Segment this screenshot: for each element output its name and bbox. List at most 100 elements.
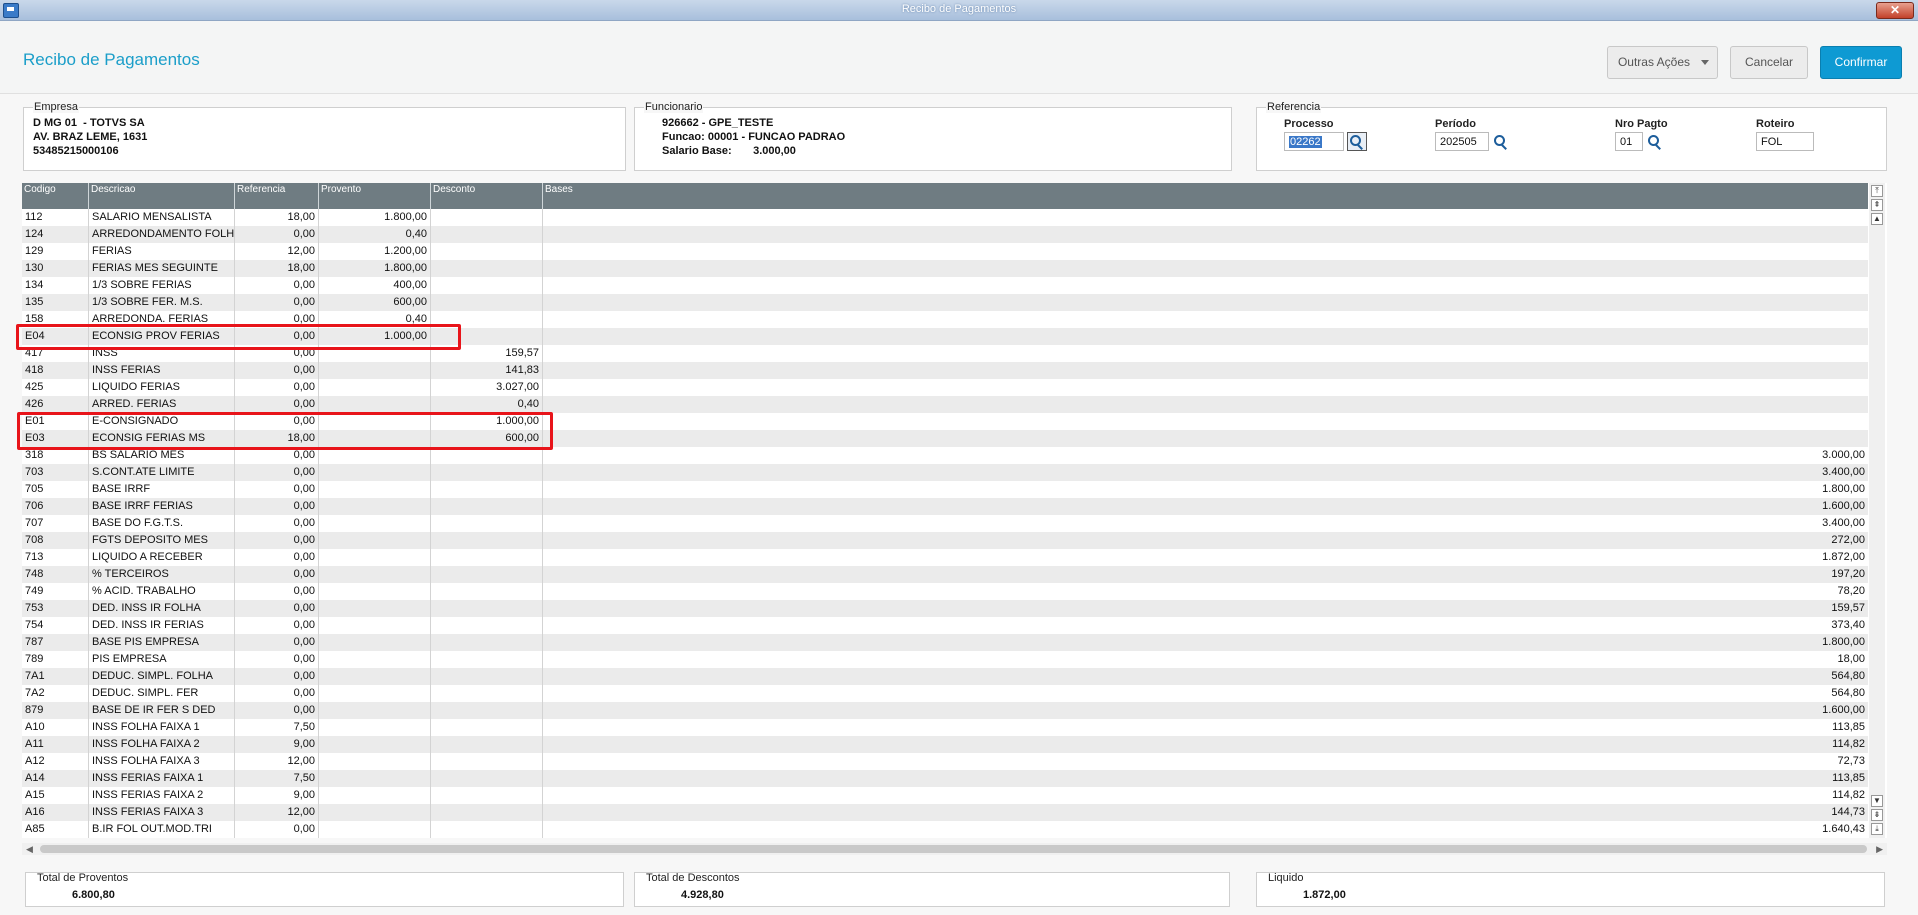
table-row[interactable]: 706 BASE IRRF FERIAS 0,00 1.600,00 [22, 498, 1868, 515]
empresa-line-1: D MG 01 - TOTVS SA [33, 117, 145, 129]
cell-descricao: DEDUC. SIMPL. FER [89, 685, 235, 702]
cell-provento [319, 396, 431, 413]
horizontal-scrollbar[interactable]: ◀ ▶ [22, 843, 1887, 855]
cell-provento [319, 515, 431, 532]
payslip-grid: Codigo Descricao Referencia Provento Des… [22, 183, 1887, 838]
cell-desconto: 3.027,00 [431, 379, 543, 396]
table-row[interactable]: 787 BASE PIS EMPRESA 0,00 1.800,00 [22, 634, 1868, 651]
table-row[interactable]: A12 INSS FOLHA FAIXA 3 12,00 72,73 [22, 753, 1868, 770]
table-row[interactable]: 130 FERIAS MES SEGUINTE 18,00 1.800,00 [22, 260, 1868, 277]
table-row[interactable]: A10 INSS FOLHA FAIXA 1 7,50 113,85 [22, 719, 1868, 736]
nropagto-label: Nro Pagto [1615, 118, 1668, 130]
scroll-page-up-icon[interactable]: ⇞ [1871, 199, 1883, 211]
cell-codigo: 7A1 [22, 668, 89, 685]
cell-bases [543, 362, 1868, 379]
processo-field[interactable]: 02262 [1284, 132, 1344, 151]
vertical-scrollbar[interactable]: ⤒ ⇞ ▲ ▼ ⇟ ⤓ [1869, 183, 1885, 838]
cell-referencia: 0,00 [235, 702, 319, 719]
cell-desconto [431, 566, 543, 583]
processo-search-button[interactable] [1347, 132, 1367, 151]
close-window-button[interactable]: ✕ [1876, 2, 1914, 19]
cell-referencia: 12,00 [235, 243, 319, 260]
nropagto-search-icon[interactable] [1647, 134, 1663, 150]
table-row[interactable]: 703 S.CONT.ATE LIMITE 0,00 3.400,00 [22, 464, 1868, 481]
total-descontos-panel: Total de Descontos 4.928,80 [634, 872, 1230, 907]
col-header-provento[interactable]: Provento [319, 183, 431, 209]
scroll-page-down-icon[interactable]: ⇟ [1871, 809, 1883, 821]
periodo-label: Período [1435, 118, 1476, 130]
page-header: Recibo de Pagamentos Outras Ações Cancel… [0, 21, 1918, 94]
periodo-search-icon[interactable] [1493, 134, 1509, 150]
table-row[interactable]: 7A2 DEDUC. SIMPL. FER 0,00 564,80 [22, 685, 1868, 702]
table-row[interactable]: 426 ARRED. FERIAS 0,00 0,40 [22, 396, 1868, 413]
table-row[interactable]: A16 INSS FERIAS FAIXA 3 12,00 144,73 [22, 804, 1868, 821]
cell-codigo: 748 [22, 566, 89, 583]
funcionario-line-2: Funcao: 00001 - FUNCAO PADRAO [662, 131, 846, 143]
table-row[interactable]: 713 LIQUIDO A RECEBER 0,00 1.872,00 [22, 549, 1868, 566]
table-row[interactable]: 789 PIS EMPRESA 0,00 18,00 [22, 651, 1868, 668]
table-row[interactable]: 112 SALARIO MENSALISTA 18,00 1.800,00 [22, 209, 1868, 226]
table-row[interactable]: 753 DED. INSS IR FOLHA 0,00 159,57 [22, 600, 1868, 617]
horizontal-scroll-thumb[interactable] [40, 845, 1867, 853]
table-row[interactable]: 135 1/3 SOBRE FER. M.S. 0,00 600,00 [22, 294, 1868, 311]
table-row[interactable]: 707 BASE DO F.G.T.S. 0,00 3.400,00 [22, 515, 1868, 532]
cell-bases: 564,80 [1831, 670, 1865, 682]
cell-codigo: 708 [22, 532, 89, 549]
cell-provento [319, 821, 431, 838]
table-row[interactable]: 134 1/3 SOBRE FERIAS 0,00 400,00 [22, 277, 1868, 294]
col-header-desconto[interactable]: Desconto [431, 183, 543, 209]
col-header-descricao[interactable]: Descricao [89, 183, 235, 209]
cell-bases [543, 379, 1868, 396]
cell-bases [543, 294, 1868, 311]
col-header-bases[interactable]: Bases [543, 183, 1868, 209]
table-row[interactable]: 879 BASE DE IR FER S DED 0,00 1.600,00 [22, 702, 1868, 719]
cell-provento [319, 617, 431, 634]
table-row[interactable]: 749% ACID. TRABALHO 0,00 78,20 [22, 583, 1868, 600]
cell-descricao: ARREDONDAMENTO FOLHA [89, 226, 235, 243]
table-row[interactable]: A85 B.IR FOL OUT.MOD.TRI 0,00 1.640,43 [22, 821, 1868, 838]
cell-bases: 197,20 [1831, 568, 1865, 580]
table-row[interactable]: 418 INSS FERIAS 0,00 141,83 [22, 362, 1868, 379]
scroll-up-icon[interactable]: ▲ [1871, 213, 1883, 225]
table-row[interactable]: A11 INSS FOLHA FAIXA 2 9,00 114,82 [22, 736, 1868, 753]
scroll-right-icon[interactable]: ▶ [1876, 844, 1883, 855]
table-row[interactable]: 124 ARREDONDAMENTO FOLHA 0,00 0,40 [22, 226, 1868, 243]
cell-referencia: 0,00 [235, 668, 319, 685]
table-row[interactable]: 425 LIQUIDO FERIAS 0,00 3.027,00 [22, 379, 1868, 396]
col-header-referencia[interactable]: Referencia [235, 183, 319, 209]
cell-bases: 114,82 [1832, 789, 1865, 801]
window-titlebar: Recibo de Pagamentos ✕ [0, 0, 1918, 21]
cell-codigo: A11 [22, 736, 89, 753]
cell-codigo: 879 [22, 702, 89, 719]
scroll-left-icon[interactable]: ◀ [26, 844, 33, 855]
table-row[interactable]: 748% TERCEIROS 0,00 197,20 [22, 566, 1868, 583]
cell-codigo: 789 [22, 651, 89, 668]
nropagto-field[interactable]: 01 [1615, 132, 1643, 151]
chevron-down-icon [1701, 60, 1709, 65]
scroll-bottom-icon[interactable]: ⤓ [1871, 823, 1883, 835]
cell-provento [319, 702, 431, 719]
confirm-button[interactable]: Confirmar [1820, 46, 1902, 79]
cell-descricao: LIQUIDO A RECEBER [89, 549, 235, 566]
table-row[interactable]: A15 INSS FERIAS FAIXA 2 9,00 114,82 [22, 787, 1868, 804]
table-row[interactable]: A14 INSS FERIAS FAIXA 1 7,50 113,85 [22, 770, 1868, 787]
outras-acoes-button[interactable]: Outras Ações [1607, 46, 1718, 79]
table-row[interactable]: 708 FGTS DEPOSITO MES 0,00 272,00 [22, 532, 1868, 549]
cell-referencia: 0,00 [235, 294, 319, 311]
cell-referencia: 0,00 [235, 651, 319, 668]
table-row[interactable]: 129 FERIAS 12,00 1.200,00 [22, 243, 1868, 260]
scroll-top-icon[interactable]: ⤒ [1871, 185, 1883, 197]
cell-desconto [431, 651, 543, 668]
table-row[interactable]: 7A1 DEDUC. SIMPL. FOLHA 0,00 564,80 [22, 668, 1868, 685]
scroll-down-icon[interactable]: ▼ [1871, 795, 1883, 807]
periodo-field[interactable]: 202505 [1435, 132, 1489, 151]
cell-descricao: SALARIO MENSALISTA [89, 209, 235, 226]
table-row[interactable]: 705 BASE IRRF 0,00 1.800,00 [22, 481, 1868, 498]
col-header-codigo[interactable]: Codigo [22, 183, 89, 209]
table-row[interactable]: 754 DED. INSS IR FERIAS 0,00 373,40 [22, 617, 1868, 634]
roteiro-field[interactable]: FOL [1756, 132, 1814, 151]
cell-descricao: INSS FOLHA FAIXA 2 [89, 736, 235, 753]
cancel-button[interactable]: Cancelar [1730, 46, 1808, 79]
referencia-legend: Referencia [1266, 101, 1322, 113]
cell-bases [543, 209, 1868, 226]
